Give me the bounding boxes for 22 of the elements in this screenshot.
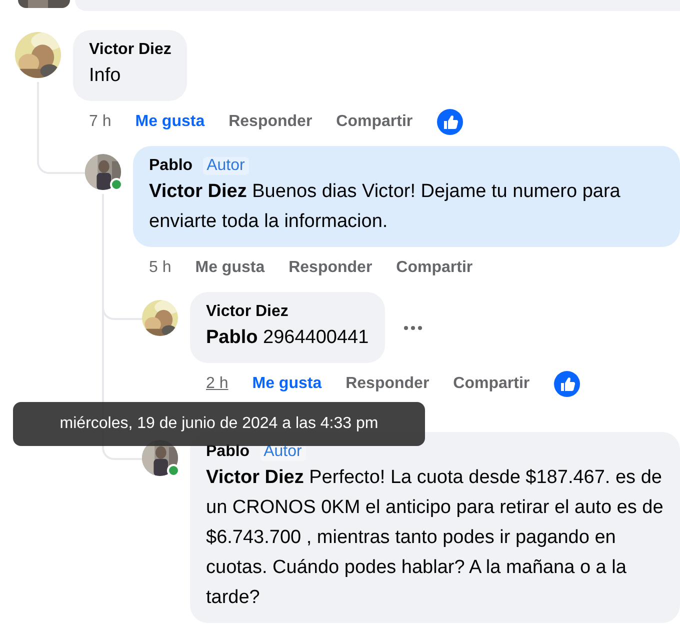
comment-text: Victor Diez Buenos dias Victor! Dejame tu numero para enviarte toda la informacion. — [149, 180, 622, 234]
like-link[interactable]: Me gusta — [252, 375, 322, 393]
more-icon — [402, 324, 423, 330]
reply-link[interactable]: Responder — [288, 259, 372, 277]
comment-text: Victor Diez Perfecto! La cuota desde $187.467. es de un CRONOS 0KM el anticipo para retirar el auto es de $6.743.700 , mientras tanto podes ir pagando en cuotas. Cuándo podes hablar? A la mañana o a la tarde? — [206, 466, 664, 610]
comment-text: Pablo 2964400441 — [206, 326, 369, 350]
comment-time[interactable]: 2 h — [206, 375, 228, 393]
like-link[interactable]: Me gusta — [195, 259, 265, 277]
share-link[interactable]: Compartir — [453, 375, 530, 393]
reply-link[interactable]: Responder — [228, 113, 312, 131]
comment-text: Info — [89, 64, 122, 88]
share-link[interactable]: Compartir — [396, 259, 473, 277]
author-name[interactable]: Victor Diez — [206, 301, 288, 323]
comment-time[interactable]: 5 h — [149, 259, 172, 277]
author-badge: Autor — [202, 157, 249, 175]
like-link[interactable]: Me gusta — [135, 113, 205, 131]
author-name[interactable]: Pablo — [149, 155, 193, 177]
reply-link[interactable]: Responder — [346, 375, 430, 393]
comment-time[interactable]: 7 h — [89, 113, 112, 131]
tooltip: miércoles, 19 de junio de 2024 a las 4:33 pm — [13, 402, 425, 446]
author-name[interactable]: Victor Diez — [89, 39, 172, 61]
share-link[interactable]: Compartir — [336, 113, 413, 131]
